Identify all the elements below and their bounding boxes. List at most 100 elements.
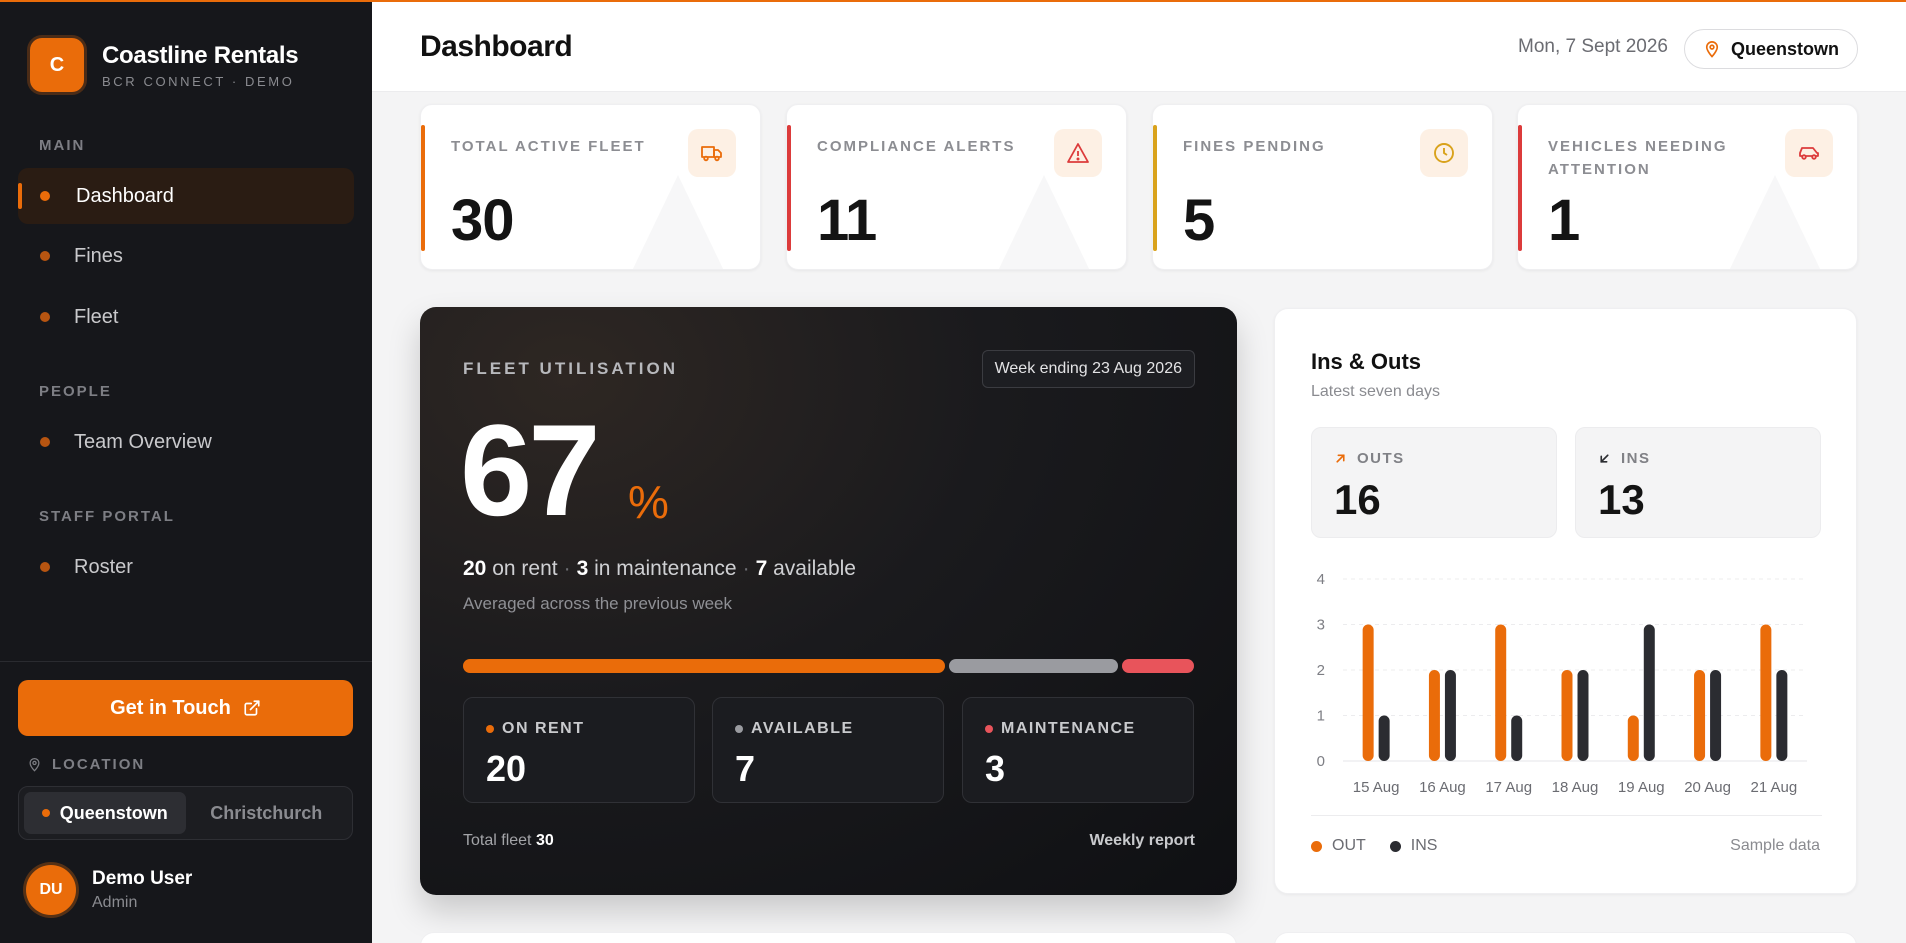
location-option-label: Christchurch	[210, 802, 323, 823]
bar-out	[1428, 670, 1440, 761]
legend-label: INS	[1410, 837, 1438, 854]
car-icon	[1785, 129, 1833, 177]
bar-out	[1627, 715, 1639, 761]
legend-label: OUT	[1332, 837, 1366, 854]
total-fleet: Total fleet 30	[463, 832, 554, 850]
total-fleet-value: 30	[535, 832, 554, 849]
location-label-text: LOCATION	[52, 756, 146, 773]
map-pin-icon	[1705, 41, 1719, 58]
brand-name: Coastline Rentals	[102, 41, 299, 69]
stat-value: 7	[735, 748, 756, 789]
sidebar: C Coastline Rentals BCR CONNECT · DEMO M…	[0, 0, 372, 943]
ins-outs-bar-chart: 0 1 2 3 4 15 Aug 16 Aug 17 Aug 18 Aug 19 Aug 20 Au…	[1317, 571, 1807, 796]
location-option-christchurch[interactable]: Christchurch	[186, 792, 348, 834]
location-switch: Queenstown Christchurch	[18, 786, 353, 840]
bar-out	[1495, 624, 1507, 761]
percent-sign: %	[628, 476, 669, 528]
lower-card-right	[1274, 932, 1857, 943]
kpi-value: 11	[817, 188, 877, 253]
active-dot-icon	[41, 809, 50, 817]
truck-icon	[688, 129, 736, 177]
sidebar-item-fleet[interactable]: Fleet	[18, 289, 354, 345]
sidebar-item-team-overview[interactable]: Team Overview	[18, 414, 354, 470]
x-tick-label: 16 Aug	[1419, 779, 1466, 796]
location-picker-label: Queenstown	[1730, 38, 1839, 59]
y-tick-label: 0	[1317, 753, 1325, 770]
chart-legend: OUT INS	[1311, 837, 1437, 855]
external-link-icon	[244, 700, 260, 716]
nav-dot-icon	[40, 562, 50, 572]
top-header: Dashboard Mon, 7 Sept 2026 Queenstown	[372, 0, 1906, 92]
utilisation-label: FLEET UTILISATION	[463, 359, 679, 378]
nav-section-main: MAIN	[39, 137, 86, 154]
nav-dot-icon	[40, 191, 50, 201]
bar-segment-available	[949, 659, 1118, 673]
bar-ins	[1643, 624, 1655, 761]
legend-item-ins: INS	[1389, 837, 1438, 855]
stat-label-text: MAINTENANCE	[1001, 720, 1136, 737]
bar-ins	[1378, 715, 1390, 761]
stat-available[interactable]: AVAILABLE 7	[712, 697, 944, 803]
nav-section-people: PEOPLE	[39, 383, 112, 400]
x-tick-label: 15 Aug	[1353, 779, 1400, 796]
header-date: Mon, 7 Sept 2026	[1518, 36, 1668, 57]
location-picker-button[interactable]: Queenstown	[1683, 29, 1858, 69]
stat-on-rent[interactable]: ON RENT 20	[463, 697, 695, 803]
cta-label: Get in Touch	[110, 696, 231, 719]
sidebar-item-label: Fleet	[74, 305, 119, 328]
sidebar-item-roster[interactable]: Roster	[18, 539, 354, 595]
bar-ins	[1511, 715, 1523, 761]
bar-out	[1561, 670, 1573, 761]
user-role: Admin	[92, 894, 138, 911]
sidebar-item-label: Team Overview	[74, 430, 212, 453]
kpi-vehicles-needing-attention[interactable]: VEHICLES NEEDING ATTENTION 1	[1517, 104, 1858, 270]
sidebar-item-dashboard[interactable]: Dashboard	[18, 168, 354, 224]
available-text: available	[773, 557, 856, 580]
stat-label: ON RENT	[486, 720, 585, 738]
kpi-label: COMPLIANCE ALERTS	[817, 138, 1016, 155]
page-title: Dashboard	[420, 30, 573, 63]
kpi-value: 5	[1183, 188, 1215, 253]
outs-value: 16	[1334, 476, 1381, 523]
utilisation-breakdown: 20 on rent · 3 in maintenance · 7 available	[463, 557, 856, 580]
status-dot-icon	[735, 725, 743, 733]
nav-dot-icon	[40, 251, 50, 261]
maintenance-text: in maintenance	[594, 557, 737, 580]
kpi-fines-pending[interactable]: FINES PENDING 5	[1152, 104, 1493, 270]
outs-label-text: OUTS	[1357, 450, 1405, 467]
location-option-label: Queenstown	[59, 802, 168, 823]
kpi-decoration	[1727, 175, 1823, 269]
kpi-decoration	[996, 175, 1092, 269]
outs-summary: OUTS 16	[1311, 427, 1557, 538]
brand[interactable]: C Coastline Rentals BCR CONNECT · DEMO	[30, 38, 299, 92]
arrow-down-left-icon	[1600, 454, 1609, 463]
user-profile[interactable]: DU Demo User Admin	[26, 865, 192, 915]
stat-value: 3	[985, 748, 1006, 789]
kpi-total-active-fleet[interactable]: TOTAL ACTIVE FLEET 30	[420, 104, 761, 270]
map-pin-icon	[29, 757, 40, 772]
status-dot-icon	[985, 725, 993, 733]
kpi-label: TOTAL ACTIVE FLEET	[451, 138, 646, 155]
ins-outs-title: Ins & Outs	[1311, 349, 1422, 374]
ins-value: 13	[1598, 476, 1645, 523]
y-tick-label: 1	[1317, 708, 1325, 725]
sidebar-item-label: Fines	[74, 244, 123, 267]
brand-logo: C	[30, 38, 84, 92]
kpi-compliance-alerts[interactable]: COMPLIANCE ALERTS 11	[786, 104, 1127, 270]
on-rent-text: on rent	[492, 557, 558, 580]
nav-dot-icon	[40, 312, 50, 322]
bar-ins	[1776, 670, 1788, 761]
location-label: LOCATION	[27, 756, 145, 773]
weekly-report-link[interactable]: Weekly report	[1089, 832, 1195, 850]
get-in-touch-button[interactable]: Get in Touch	[18, 680, 353, 736]
location-option-queenstown[interactable]: Queenstown	[24, 792, 186, 834]
clock-icon	[1420, 129, 1468, 177]
status-dot-icon	[486, 725, 494, 733]
stat-maintenance[interactable]: MAINTENANCE 3	[962, 697, 1194, 803]
sidebar-item-fines[interactable]: Fines	[18, 228, 354, 284]
ins-summary: INS 13	[1575, 427, 1821, 538]
user-name: Demo User	[92, 868, 193, 889]
outs-label: OUTS	[1334, 450, 1405, 467]
week-selector[interactable]: Week ending 23 Aug 2026	[981, 350, 1195, 388]
maintenance-count: 3	[576, 557, 589, 580]
